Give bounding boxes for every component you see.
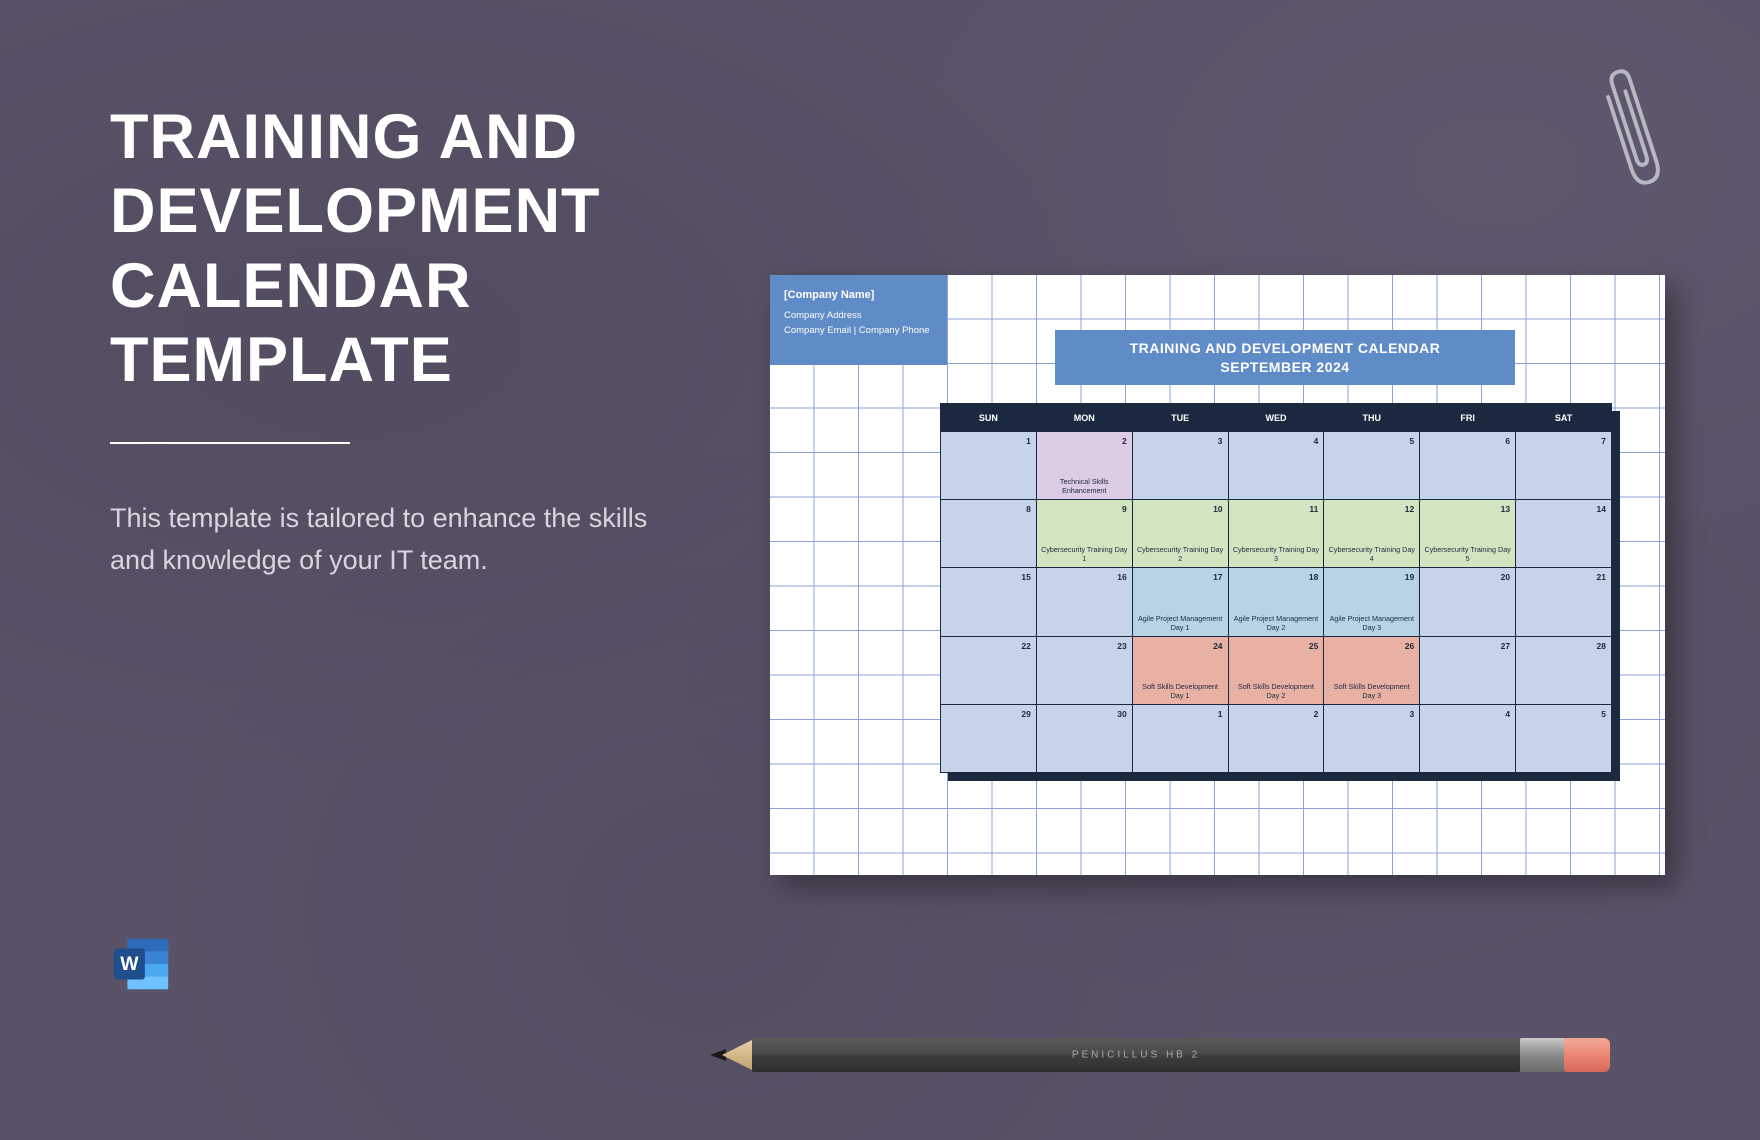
calendar-cell: 4 [1420, 704, 1516, 772]
calendar-cell: 16 [1036, 568, 1132, 636]
calendar-cell: 10Cybersecurity Training Day 2 [1132, 500, 1228, 568]
day-header: SUN [941, 404, 1037, 432]
event-label: Agile Project Management Day 3 [1327, 614, 1416, 632]
calendar-cell: 17Agile Project Management Day 1 [1132, 568, 1228, 636]
calendar-cell: 9Cybersecurity Training Day 1 [1036, 500, 1132, 568]
pencil-eraser [1564, 1038, 1610, 1072]
calendar-cell: 24Soft Skills Development Day 1 [1132, 636, 1228, 704]
day-header: THU [1324, 404, 1420, 432]
company-info-block: [Company Name] Company Address Company E… [770, 275, 947, 365]
pencil-graphic: PENICILLUS HB 2 [710, 1038, 1610, 1072]
calendar-cell: 1 [941, 432, 1037, 500]
calendar-cell: 7 [1516, 432, 1612, 500]
calendar-cell: 2 [1228, 704, 1324, 772]
event-label: Agile Project Management Day 1 [1136, 614, 1225, 632]
pencil-body: PENICILLUS HB 2 [752, 1038, 1520, 1072]
calendar-title-banner: TRAINING AND DEVELOPMENT CALENDAR SEPTEM… [1055, 330, 1515, 385]
day-header: TUE [1132, 404, 1228, 432]
event-label: Soft Skills Development Day 3 [1327, 682, 1416, 700]
calendar-cell: 21 [1516, 568, 1612, 636]
calendar-cell: 1 [1132, 704, 1228, 772]
description-text: This template is tailored to enhance the… [110, 498, 660, 582]
calendar-cell: 3 [1132, 432, 1228, 500]
event-label: Cybersecurity Training Day 2 [1136, 545, 1225, 563]
word-icon: W [110, 933, 172, 995]
company-contact: Company Email | Company Phone [784, 323, 933, 338]
event-label: Technical Skills Enhancement [1040, 477, 1129, 495]
calendar-cell: 8 [941, 500, 1037, 568]
calendar-cell: 5 [1516, 704, 1612, 772]
calendar-cell: 19Agile Project Management Day 3 [1324, 568, 1420, 636]
calendar-cell: 6 [1420, 432, 1516, 500]
calendar-cell: 3 [1324, 704, 1420, 772]
calendar-grid: SUNMONTUEWEDTHUFRISAT12Technical Skills … [940, 403, 1612, 773]
calendar-cell: 30 [1036, 704, 1132, 772]
svg-text:W: W [120, 953, 139, 975]
event-label: Cybersecurity Training Day 1 [1040, 545, 1129, 563]
company-name: [Company Name] [784, 287, 933, 305]
title-divider [110, 442, 350, 444]
calendar-title-line2: SEPTEMBER 2024 [1055, 358, 1515, 377]
calendar-cell: 13Cybersecurity Training Day 5 [1420, 500, 1516, 568]
calendar-cell: 29 [941, 704, 1037, 772]
day-header: SAT [1516, 404, 1612, 432]
calendar-cell: 5 [1324, 432, 1420, 500]
day-header: MON [1036, 404, 1132, 432]
pencil-label: PENICILLUS HB 2 [1072, 1050, 1200, 1061]
calendar-title-line1: TRAINING AND DEVELOPMENT CALENDAR [1055, 339, 1515, 358]
calendar-cell: 27 [1420, 636, 1516, 704]
day-header: WED [1228, 404, 1324, 432]
calendar-cell: 20 [1420, 568, 1516, 636]
calendar-cell: 4 [1228, 432, 1324, 500]
calendar-cell: 11Cybersecurity Training Day 3 [1228, 500, 1324, 568]
calendar-cell: 15 [941, 568, 1037, 636]
event-label: Cybersecurity Training Day 5 [1423, 545, 1512, 563]
event-label: Soft Skills Development Day 1 [1136, 682, 1225, 700]
pencil-ferrule [1520, 1038, 1566, 1072]
company-address: Company Address [784, 308, 933, 323]
calendar-cell: 23 [1036, 636, 1132, 704]
calendar-cell: 2Technical Skills Enhancement [1036, 432, 1132, 500]
calendar-cell: 12Cybersecurity Training Day 4 [1324, 500, 1420, 568]
template-preview: [Company Name] Company Address Company E… [770, 275, 1665, 875]
calendar-cell: 25Soft Skills Development Day 2 [1228, 636, 1324, 704]
calendar-cell: 18Agile Project Management Day 2 [1228, 568, 1324, 636]
calendar-cell: 26Soft Skills Development Day 3 [1324, 636, 1420, 704]
calendar-cell: 22 [941, 636, 1037, 704]
page-title: TRAINING ANDDEVELOPMENTCALENDARTEMPLATE [110, 100, 601, 397]
event-label: Cybersecurity Training Day 3 [1232, 545, 1321, 563]
calendar-cell: 14 [1516, 500, 1612, 568]
event-label: Soft Skills Development Day 2 [1232, 682, 1321, 700]
day-header: FRI [1420, 404, 1516, 432]
pencil-wood [722, 1038, 756, 1072]
calendar-cell: 28 [1516, 636, 1612, 704]
event-label: Cybersecurity Training Day 4 [1327, 545, 1416, 563]
event-label: Agile Project Management Day 2 [1232, 614, 1321, 632]
